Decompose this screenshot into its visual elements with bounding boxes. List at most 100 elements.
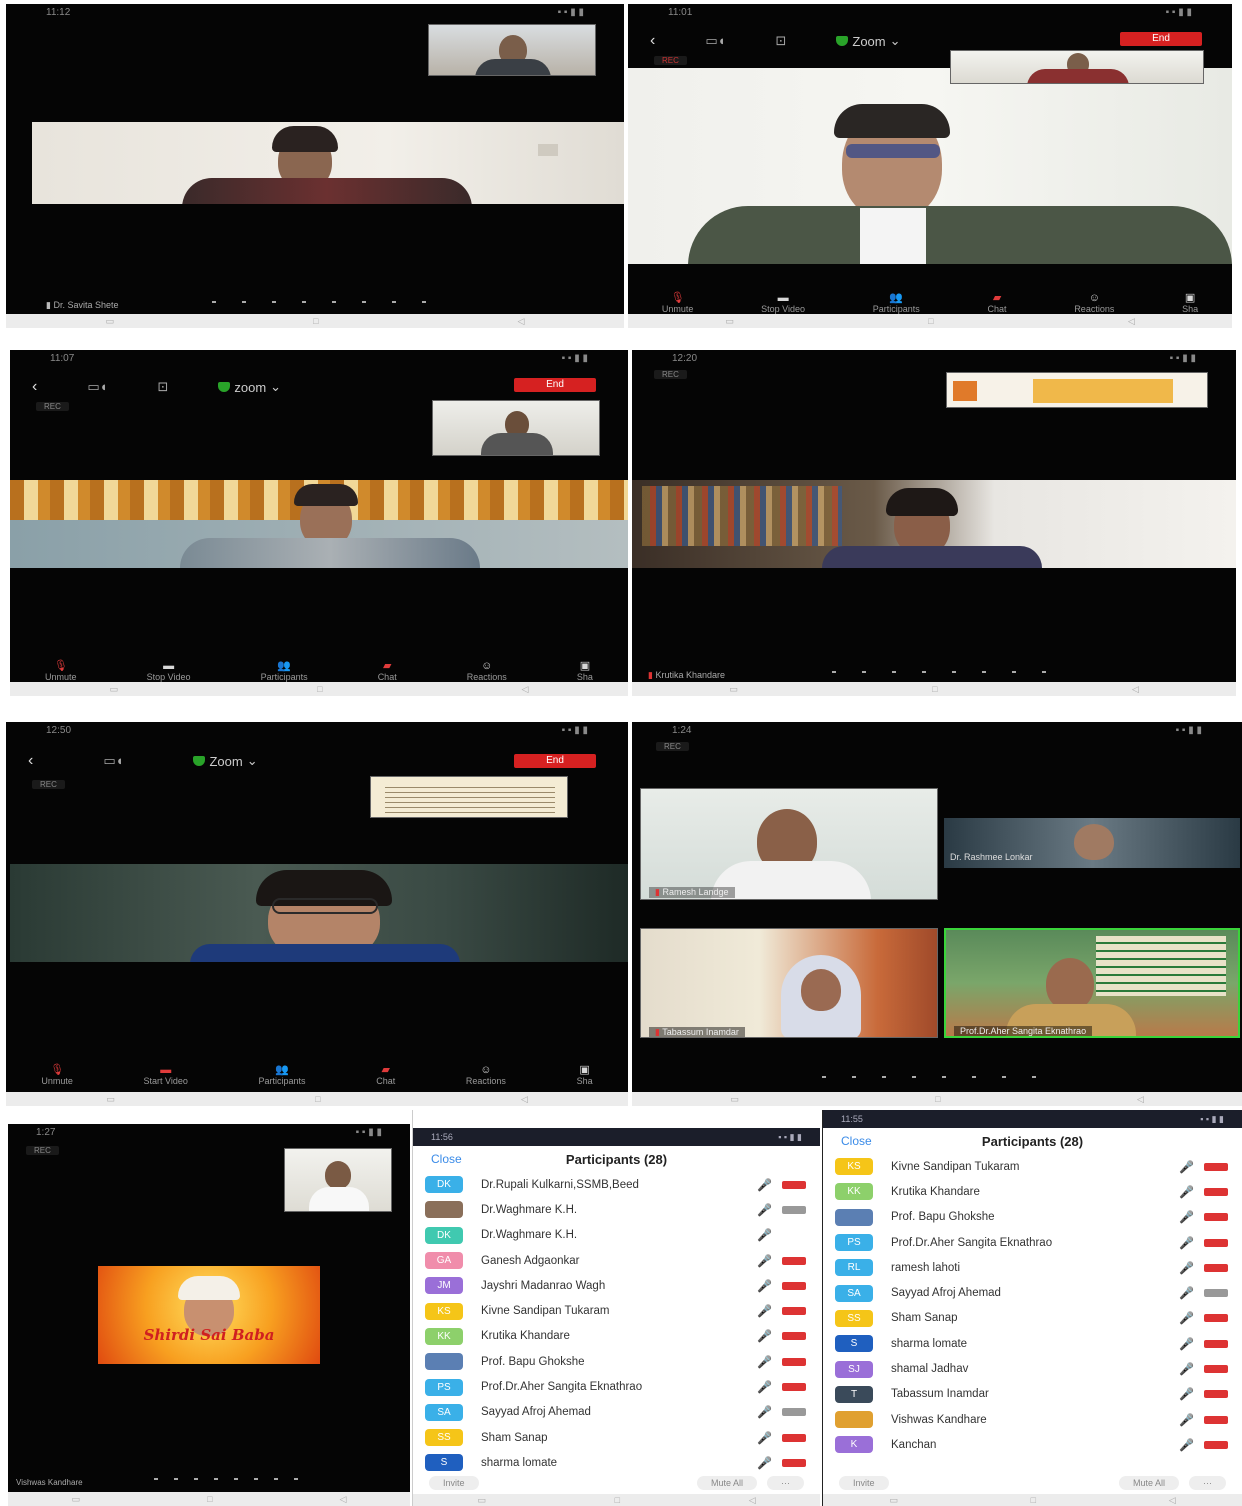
more-options-button[interactable]: ··· (1189, 1476, 1226, 1490)
participants-button[interactable]: 👥 Participants (259, 1064, 306, 1086)
recents-nav-icon[interactable]: ▭ (730, 1094, 739, 1105)
participant-row[interactable]: JM Jayshri Madanrao Wagh 🎤 (413, 1273, 820, 1298)
mute-all-button[interactable]: Mute All (696, 1476, 757, 1490)
back-nav-icon[interactable]: ◁ (518, 316, 525, 327)
participant-row[interactable]: PS Prof.Dr.Aher Sangita Eknathrao 🎤 (413, 1374, 820, 1399)
shared-document-thumbnail[interactable] (370, 776, 568, 818)
chat-button[interactable]: ▰ Chat (988, 292, 1007, 314)
participant-row[interactable]: KK Krutika Khandare 🎤 (413, 1324, 820, 1349)
close-button[interactable]: Close (841, 1134, 872, 1148)
gallery-tile[interactable]: Dr. Rashmee Lonkar (944, 818, 1240, 868)
back-nav-icon[interactable]: ◁ (1132, 684, 1139, 695)
back-nav-icon[interactable]: ◁ (522, 684, 529, 695)
self-view-thumbnail[interactable] (428, 24, 596, 76)
home-nav-icon[interactable]: □ (313, 316, 318, 326)
camera-switch-icon[interactable]: ⊡ (775, 33, 786, 49)
end-button[interactable]: End (1120, 32, 1202, 46)
reactions-button[interactable]: ☺ Reactions (1074, 292, 1114, 314)
home-nav-icon[interactable]: □ (315, 1094, 320, 1104)
recents-nav-icon[interactable]: ▭ (106, 1094, 115, 1105)
participant-row[interactable]: Ssharma lomate 🎤 (413, 1450, 820, 1475)
home-nav-icon[interactable]: □ (207, 1494, 212, 1504)
participant-row[interactable]: GA Ganesh Adgaonkar 🎤 (413, 1248, 820, 1273)
speaker-icon[interactable]: ▭◖ (87, 379, 107, 395)
unmute-button[interactable]: 🎙 Unmute (45, 660, 77, 682)
participant-row[interactable]: Prof. Bapu Ghokshe 🎤 (413, 1349, 820, 1374)
self-view-thumbnail[interactable] (950, 50, 1204, 84)
participants-button[interactable]: 👥 Participants (873, 292, 920, 314)
participant-row[interactable]: SS Sham Sanap 🎤 (413, 1425, 820, 1450)
share-button[interactable]: ▣ Sha (577, 1064, 593, 1086)
back-nav-icon[interactable]: ◁ (1169, 1495, 1176, 1506)
participant-row[interactable]: Prof. Bapu Ghokshe 🎤 (823, 1205, 1242, 1230)
participant-row[interactable]: SJ shamal Jadhav 🎤 (823, 1356, 1242, 1381)
participant-row[interactable]: KK Krutika Khandare 🎤 (823, 1179, 1242, 1204)
participant-row[interactable]: Vishwas Kandhare 🎤 (823, 1407, 1242, 1432)
end-button[interactable]: End (514, 754, 596, 768)
share-button[interactable]: ▣ Sha (577, 660, 593, 682)
home-nav-icon[interactable]: □ (928, 316, 933, 326)
participant-row[interactable]: Dr.Waghmare K.H. 🎤 (413, 1197, 820, 1222)
chat-button[interactable]: ▰ Chat (376, 1064, 395, 1086)
self-view-thumbnail[interactable] (432, 400, 600, 456)
home-nav-icon[interactable]: □ (935, 1094, 940, 1104)
start-video-button[interactable]: ▬ Start Video (144, 1064, 188, 1086)
invite-button[interactable]: Invite (839, 1476, 889, 1490)
participant-row[interactable]: SS Sham Sanap 🎤 (823, 1306, 1242, 1331)
close-button[interactable]: Close (431, 1152, 462, 1166)
recents-nav-icon[interactable]: ▭ (725, 316, 734, 327)
invite-button[interactable]: Invite (429, 1476, 479, 1490)
stop-video-button[interactable]: ▬ Stop Video (761, 292, 805, 314)
back-icon[interactable]: ‹ (28, 752, 33, 770)
participant-row[interactable]: K Kanchan 🎤 (823, 1432, 1242, 1457)
reactions-button[interactable]: ☺ Reactions (466, 1064, 506, 1086)
speaker-icon[interactable]: ▭◖ (705, 33, 725, 49)
participant-row[interactable]: RL ramesh lahoti 🎤 (823, 1255, 1242, 1280)
recents-nav-icon[interactable]: ▭ (729, 684, 738, 695)
self-view-thumbnail[interactable] (284, 1148, 392, 1212)
participant-row[interactable]: DK Dr.Waghmare K.H. 🎤 (413, 1223, 820, 1248)
zoom-label[interactable]: Zoom ⌄ (836, 33, 901, 49)
participant-row[interactable]: SA Sayyad Afroj Ahemad 🎤 (413, 1400, 820, 1425)
participant-row[interactable]: SA Sayyad Afroj Ahemad 🎤 (823, 1280, 1242, 1305)
unmute-button[interactable]: 🎙 Unmute (41, 1064, 73, 1086)
recents-nav-icon[interactable]: ▭ (106, 316, 115, 327)
participant-row[interactable]: KS Kivne Sandipan Tukaram 🎤 (823, 1154, 1242, 1179)
recents-nav-icon[interactable]: ▭ (110, 684, 119, 695)
gallery-tile[interactable]: ▮ Tabassum Inamdar (640, 928, 938, 1038)
share-button[interactable]: ▣ Sha (1182, 292, 1198, 314)
speaker-icon[interactable]: ▭◖ (103, 753, 123, 769)
home-nav-icon[interactable]: □ (615, 1495, 620, 1505)
stop-video-button[interactable]: ▬ Stop Video (147, 660, 191, 682)
participants-button[interactable]: 👥 Participants (261, 660, 308, 682)
home-nav-icon[interactable]: □ (932, 684, 937, 694)
back-nav-icon[interactable]: ◁ (749, 1495, 756, 1506)
end-button[interactable]: End (514, 378, 596, 392)
chat-button[interactable]: ▰ Chat (378, 660, 397, 682)
reactions-button[interactable]: ☺ Reactions (467, 660, 507, 682)
mute-all-button[interactable]: Mute All (1118, 1476, 1179, 1490)
home-nav-icon[interactable]: □ (1031, 1495, 1036, 1505)
participant-row[interactable]: Ssharma lomate 🎤 (823, 1331, 1242, 1356)
participant-row[interactable]: KS Kivne Sandipan Tukaram 🎤 (413, 1298, 820, 1323)
gallery-tile-active-speaker[interactable]: Prof.Dr.Aher Sangita Eknathrao (944, 928, 1240, 1038)
back-nav-icon[interactable]: ◁ (521, 1094, 528, 1105)
participant-row[interactable]: T Tabassum Inamdar 🎤 (823, 1382, 1242, 1407)
more-options-button[interactable]: ··· (767, 1476, 804, 1490)
recents-nav-icon[interactable]: ▭ (889, 1495, 898, 1506)
gallery-tile[interactable]: ▮ Ramesh Landge (640, 788, 938, 900)
back-nav-icon[interactable]: ◁ (340, 1494, 347, 1505)
participant-row[interactable]: PS Prof.Dr.Aher Sangita Eknathrao 🎤 (823, 1230, 1242, 1255)
zoom-label[interactable]: Zoom ⌄ (193, 753, 258, 769)
back-nav-icon[interactable]: ◁ (1137, 1094, 1144, 1105)
camera-switch-icon[interactable]: ⊡ (157, 379, 168, 395)
home-nav-icon[interactable]: □ (317, 684, 322, 694)
back-icon[interactable]: ‹ (650, 32, 655, 50)
back-icon[interactable]: ‹ (32, 378, 37, 396)
shared-slide-thumbnail[interactable] (946, 372, 1208, 408)
recents-nav-icon[interactable]: ▭ (477, 1495, 486, 1506)
participant-row[interactable]: DK Dr.Rupali Kulkarni,SSMB,Beed 🎤 (413, 1172, 820, 1197)
recents-nav-icon[interactable]: ▭ (72, 1494, 81, 1505)
unmute-button[interactable]: 🎙 Unmute (662, 292, 694, 314)
zoom-label[interactable]: zoom ⌄ (218, 379, 281, 395)
